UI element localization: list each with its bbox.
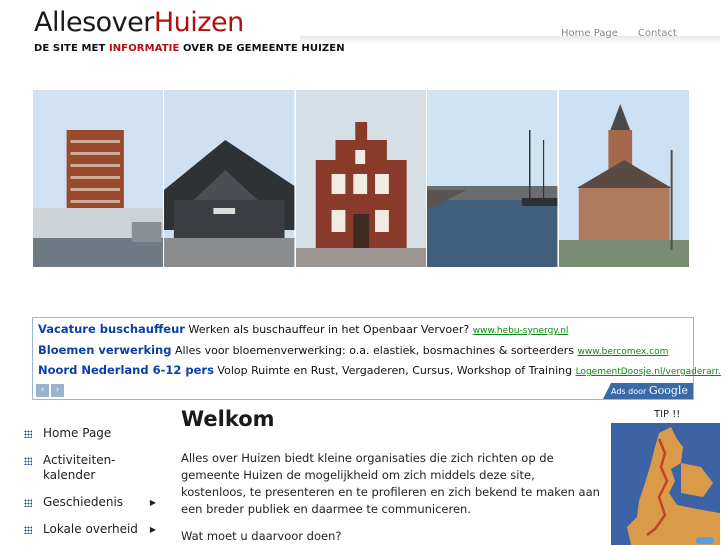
netherlands-map-image <box>611 423 720 545</box>
sidemenu-item-geschiedenis[interactable]: Geschiedenis ▶ <box>24 495 164 522</box>
banner-photo-church <box>558 90 691 267</box>
banner-photo-wooden-house <box>164 90 296 267</box>
top-navigation: Home Page Contact <box>561 28 697 39</box>
sidemenu-item-home[interactable]: Home Page <box>24 426 164 453</box>
chevron-right-icon[interactable]: › <box>51 384 64 397</box>
tip-map-thumbnail[interactable] <box>611 423 720 545</box>
ad-item[interactable]: Bloemen verwerking Alles voor bloemenver… <box>38 343 668 357</box>
tip-label: TIP !! <box>654 409 681 420</box>
sidemenu-item-label: Activiteiten-kalender <box>43 453 116 482</box>
site-header: AllesoverHuizen DE SITE MET INFORMATIE O… <box>0 0 727 90</box>
main-content: Welkom Alles over Huizen biedt kleine or… <box>181 407 601 545</box>
tagline-pre: DE SITE MET <box>34 43 109 54</box>
sponsored-ads-box: Vacature buschauffeur Werken als buschau… <box>32 317 721 400</box>
nav-contact-link[interactable]: Contact <box>638 28 677 39</box>
site-tagline: DE SITE MET INFORMATIE OVER DE GEMEENTE … <box>34 43 345 54</box>
sidemenu-item-label: Home Page <box>43 426 112 440</box>
sidemenu-item-label: Lokale overheid <box>43 522 138 536</box>
grid-bullet-icon <box>24 457 32 465</box>
grid-bullet-icon <box>24 526 32 534</box>
ad-title[interactable]: Noord Nederland 6-12 pers <box>38 363 214 377</box>
site-logo[interactable]: AllesoverHuizen <box>34 6 244 40</box>
chevron-left-icon[interactable]: ‹ <box>36 384 49 397</box>
ad-item[interactable]: Vacature buschauffeur Werken als buschau… <box>38 322 568 336</box>
logo-text-part1: Allesover <box>34 7 154 38</box>
banner-photo-gabled-house <box>295 90 428 267</box>
logo-text-part2: Huizen <box>153 7 244 38</box>
ads-by-google-badge[interactable]: Ads door Google <box>603 383 693 399</box>
sidemenu-item-lokale-overheid[interactable]: Lokale overheid ▶ <box>24 522 164 544</box>
side-menu: Home Page Activiteiten-kalender Geschied… <box>24 426 164 544</box>
ad-description: Volop Ruimte en Rust, Vergaderen, Cursus… <box>217 364 573 377</box>
ad-description: Werken als buschauffeur in het Openbaar … <box>188 323 470 336</box>
nav-home-link[interactable]: Home Page <box>561 28 618 39</box>
ad-url[interactable]: www.hebu-synergy.nl <box>473 326 569 336</box>
sidemenu-item-label: Geschiedenis <box>43 495 124 509</box>
caret-right-icon: ▶ <box>149 498 156 507</box>
ad-description: Alles voor bloemenverwerking: o.a. elast… <box>174 344 574 357</box>
ad-pager: ‹ › <box>36 384 64 397</box>
ad-title[interactable]: Bloemen verwerking <box>38 343 171 357</box>
ad-item[interactable]: Noord Nederland 6-12 pers Volop Ruimte e… <box>38 363 721 377</box>
banner-photo-apartment-tower <box>33 90 165 267</box>
banner-photo-harbour <box>427 90 559 267</box>
page-title: Welkom <box>181 407 275 431</box>
grid-bullet-icon <box>24 499 32 507</box>
ads-by-label: Ads door <box>611 387 649 396</box>
tagline-post: OVER DE GEMEENTE HUIZEN <box>179 43 345 54</box>
header-photo-banner <box>33 90 691 267</box>
question-paragraph: Wat moet u daarvoor doen? <box>181 529 342 543</box>
ad-title[interactable]: Vacature buschauffeur <box>38 322 185 336</box>
ad-url[interactable]: www.bercomex.com <box>577 347 668 357</box>
grid-bullet-icon <box>24 430 32 438</box>
caret-right-icon: ▶ <box>149 525 156 534</box>
intro-paragraph: Alles over Huizen biedt kleine organisat… <box>181 451 600 516</box>
google-wordmark: Google <box>648 384 688 397</box>
sidemenu-item-activiteitenkalender[interactable]: Activiteiten-kalender <box>24 453 164 495</box>
tagline-highlight: INFORMATIE <box>108 43 180 54</box>
ad-url[interactable]: LogementDoosje.nl/vergaderarr. <box>576 367 721 377</box>
